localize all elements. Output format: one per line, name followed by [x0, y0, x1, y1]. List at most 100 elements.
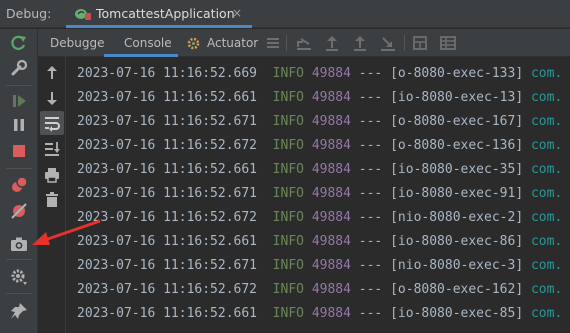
- log-thread: [io-8080-exec-35]: [390, 162, 524, 177]
- log-timestamp: 2023-07-16 11:16:52.671: [77, 258, 258, 273]
- pin-icon[interactable]: [9, 301, 29, 321]
- log-class: com.: [530, 66, 563, 81]
- log-separator: ---: [358, 306, 383, 321]
- log-line: 2023-07-16 11:16:52.661 INFO 49884 --- […: [77, 234, 562, 254]
- mute-breakpoints-icon[interactable]: [9, 201, 29, 221]
- log-timestamp: 2023-07-16 11:16:52.661: [77, 234, 258, 249]
- log-thread: [o-8080-exec-133]: [390, 66, 524, 81]
- down-arrow-icon[interactable]: [42, 88, 62, 108]
- toolbar-separator: [6, 259, 32, 260]
- log-timestamp: 2023-07-16 11:16:52.661: [77, 162, 258, 177]
- step-out-icon[interactable]: [379, 34, 397, 52]
- log-line: 2023-07-16 11:16:52.671 INFO 49884 --- […: [77, 258, 562, 278]
- console-actions-toolbar: [38, 57, 66, 333]
- log-separator: ---: [358, 162, 383, 177]
- actuator-icon: [187, 37, 200, 50]
- log-level: INFO: [272, 186, 304, 201]
- tab-debugger[interactable]: Debugger: [38, 29, 109, 57]
- log-class: com.: [530, 258, 563, 273]
- log-line: 2023-07-16 11:16:52.661 INFO 49884 --- […: [77, 306, 562, 326]
- settings-icon[interactable]: [9, 267, 29, 287]
- wrench-icon[interactable]: [9, 58, 29, 78]
- log-separator: ---: [358, 258, 383, 273]
- log-timestamp: 2023-07-16 11:16:52.672: [77, 210, 258, 225]
- step-into-icon[interactable]: [351, 34, 369, 52]
- table-icon[interactable]: [439, 34, 457, 52]
- log-timestamp: 2023-07-16 11:16:52.672: [77, 138, 258, 153]
- up-arrow-icon[interactable]: [42, 63, 62, 83]
- log-thread: [nio-8080-exec-3]: [390, 258, 524, 273]
- log-separator: ---: [358, 138, 383, 153]
- tab-actuator[interactable]: Actuator: [179, 29, 261, 57]
- log-timestamp: 2023-07-16 11:16:52.661: [77, 306, 258, 321]
- stop-icon[interactable]: [9, 141, 29, 161]
- log-class: com.: [530, 186, 563, 201]
- log-class: com.: [530, 210, 563, 225]
- log-pid: 49884: [311, 306, 351, 321]
- tab-debugger-label: Debugger: [50, 36, 110, 50]
- log-pid: 49884: [311, 138, 351, 153]
- print-icon[interactable]: [42, 165, 62, 185]
- tab-actuator-label: Actuator: [207, 36, 259, 50]
- log-timestamp: 2023-07-16 11:16:52.671: [77, 114, 258, 129]
- rerun-icon[interactable]: [9, 33, 29, 53]
- camera-icon[interactable]: [9, 234, 29, 254]
- log-thread: [nio-8080-exec-2]: [390, 210, 524, 225]
- pause-icon[interactable]: [9, 115, 29, 135]
- menu-icon[interactable]: [264, 34, 282, 52]
- toolbar-separator: [6, 85, 32, 86]
- log-pid: 49884: [311, 282, 351, 297]
- log-level: INFO: [272, 114, 304, 129]
- log-thread: [io-8080-exec-86]: [390, 234, 524, 249]
- log-level: INFO: [272, 66, 304, 81]
- log-line: 2023-07-16 11:16:52.661 INFO 49884 --- […: [77, 162, 562, 182]
- log-class: com.: [530, 306, 563, 321]
- log-thread: [o-8080-exec-167]: [390, 114, 524, 129]
- toolbar-separator: [6, 168, 32, 169]
- log-thread: [io-8080-exec-91]: [390, 186, 524, 201]
- log-pid: 49884: [311, 210, 351, 225]
- soft-wrap-toggle[interactable]: [40, 111, 64, 135]
- debug-actions-toolbar: [0, 29, 38, 333]
- debug-tool-window-header: Debug: TomcattestApplication ×: [0, 0, 570, 28]
- log-timestamp: 2023-07-16 11:16:52.672: [77, 282, 258, 297]
- log-pid: 49884: [311, 90, 351, 105]
- log-line: 2023-07-16 11:16:52.672 INFO 49884 --- […: [77, 210, 562, 230]
- log-level: INFO: [272, 258, 304, 273]
- log-pid: 49884: [311, 66, 351, 81]
- resume-icon[interactable]: [9, 91, 29, 111]
- scroll-to-end-icon[interactable]: [42, 139, 62, 159]
- log-thread: [o-8080-exec-162]: [390, 282, 524, 297]
- log-thread: [o-8080-exec-136]: [390, 138, 524, 153]
- log-thread: [io-8080-exec-13]: [390, 90, 524, 105]
- log-line: 2023-07-16 11:16:52.669 INFO 49884 --- […: [77, 66, 562, 86]
- show-execution-point-icon[interactable]: [295, 34, 313, 52]
- toolbar-separator: [404, 35, 405, 51]
- log-level: INFO: [272, 306, 304, 321]
- view-breakpoints-icon[interactable]: [9, 175, 29, 195]
- tab-console-label: Console: [124, 36, 172, 50]
- log-separator: ---: [358, 282, 383, 297]
- console-output[interactable]: 2023-07-16 11:16:52.669 INFO 49884 --- […: [66, 57, 570, 333]
- log-class: com.: [530, 162, 563, 177]
- tab-console[interactable]: Console: [104, 29, 178, 57]
- log-pid: 49884: [311, 234, 351, 249]
- log-timestamp: 2023-07-16 11:16:52.661: [77, 90, 258, 105]
- log-separator: ---: [358, 66, 383, 81]
- step-over-icon[interactable]: [323, 34, 341, 52]
- trash-icon[interactable]: [42, 190, 62, 210]
- log-class: com.: [530, 234, 563, 249]
- log-separator: ---: [358, 90, 383, 105]
- log-class: com.: [530, 282, 563, 297]
- log-level: INFO: [272, 234, 304, 249]
- log-pid: 49884: [311, 186, 351, 201]
- log-pid: 49884: [311, 258, 351, 273]
- log-pid: 49884: [311, 162, 351, 177]
- close-icon[interactable]: ×: [232, 6, 242, 20]
- log-class: com.: [530, 114, 563, 129]
- run-configuration-title: TomcattestApplication: [96, 6, 235, 21]
- log-thread: [io-8080-exec-85]: [390, 306, 524, 321]
- evaluate-icon[interactable]: [411, 34, 429, 52]
- run-configuration-tab[interactable]: TomcattestApplication ×: [66, 0, 252, 28]
- log-level: INFO: [272, 162, 304, 177]
